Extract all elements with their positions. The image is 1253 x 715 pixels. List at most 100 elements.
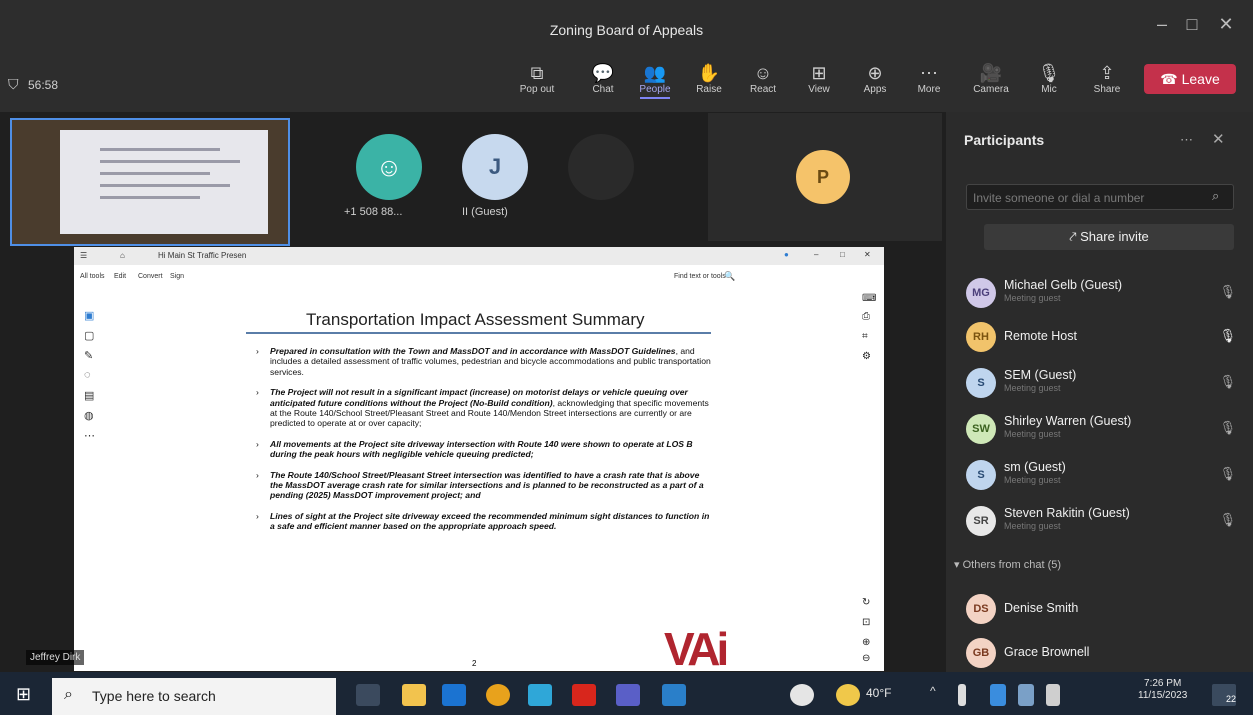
find-text-button[interactable]: Find text or tools <box>674 273 726 280</box>
tray-chevron-icon[interactable]: ^ <box>930 684 936 698</box>
skype-icon[interactable] <box>528 684 552 706</box>
search-icon[interactable]: 🔍 <box>724 271 735 282</box>
menu-icon[interactable]: ☰ <box>80 251 87 260</box>
mic-muted-icon[interactable]: 🎙 <box>1219 466 1236 482</box>
participant-row[interactable]: RH Remote Host 🎙 <box>964 320 1244 356</box>
stamp-tool-icon[interactable]: ◍ <box>84 409 94 422</box>
mic-muted-icon[interactable]: 🎙 <box>1219 420 1236 436</box>
invite-input[interactable]: Invite someone or dial a number <box>966 184 1234 210</box>
maximize-button[interactable]: □ <box>1178 14 1206 35</box>
text-tool-icon[interactable]: ▤ <box>84 389 94 402</box>
mic-button[interactable]: 🎙 Mic <box>1024 62 1074 95</box>
participant-avatar-guest[interactable]: J <box>462 134 528 200</box>
participant-name: SEM (Guest) <box>1004 368 1077 382</box>
menu-edit[interactable]: Edit <box>114 273 126 280</box>
view-button[interactable]: ⊞ View <box>794 62 844 95</box>
camera-button[interactable]: 🎥 Camera <box>966 62 1016 95</box>
participant-name: Michael Gelb (Guest) <box>1004 278 1123 292</box>
app-icon[interactable] <box>662 684 686 706</box>
settings-icon[interactable]: ⚙ <box>862 351 871 362</box>
volume-icon[interactable] <box>1046 684 1060 706</box>
clock-time: 7:26 PM <box>1144 678 1182 689</box>
mic-icon[interactable]: 🎙 <box>1219 328 1236 344</box>
taskbar-clock[interactable]: 7:26 PM 11/15/2023 <box>1138 678 1187 702</box>
participant-name: Denise Smith <box>1004 601 1079 615</box>
acrobat-icon[interactable] <box>572 684 596 706</box>
battery-icon[interactable] <box>958 684 966 706</box>
menu-all-tools[interactable]: All tools <box>80 273 105 280</box>
close-panel-icon[interactable]: ✕ <box>1212 130 1225 148</box>
participant-avatar-p[interactable]: P <box>796 150 850 204</box>
comment-tool-icon[interactable]: ▢ <box>84 329 94 342</box>
close-button[interactable]: ✕ <box>1212 14 1240 35</box>
share-button[interactable]: ⇪ Share <box>1082 62 1132 95</box>
pen-tool-icon[interactable]: ✎ <box>84 349 93 362</box>
file-explorer-icon[interactable] <box>402 684 426 706</box>
document-tab[interactable]: Hi Main St Traffic Presen <box>158 251 246 260</box>
chat-button[interactable]: 💬 Chat <box>578 62 628 95</box>
zoom-out-icon[interactable]: ⊖ <box>862 653 870 664</box>
apps-icon: ⊕ <box>867 63 883 83</box>
more-tools-icon[interactable]: ⋯ <box>84 429 95 442</box>
participant-role: Meeting guest <box>1004 383 1061 393</box>
home-icon[interactable]: ⌂ <box>120 251 125 260</box>
apps-button[interactable]: ⊕ Apps <box>850 62 900 95</box>
onedrive-icon[interactable] <box>990 684 1006 706</box>
help-icon[interactable] <box>790 684 814 706</box>
participant-row[interactable]: MG Michael Gelb (Guest) Meeting guest 🎙 <box>964 276 1244 312</box>
raise-hand-button[interactable]: ✋ Raise <box>684 62 734 95</box>
task-view-icon[interactable] <box>356 684 380 706</box>
mic-muted-icon[interactable]: 🎙 <box>1219 284 1236 300</box>
participant-row[interactable]: SW Shirley Warren (Guest) Meeting guest … <box>964 412 1244 448</box>
minimize-button[interactable]: – <box>1148 14 1176 35</box>
participant-row[interactable]: S sm (Guest) Meeting guest 🎙 <box>964 458 1244 494</box>
notification-button[interactable]: 22 <box>1212 684 1236 706</box>
close-icon[interactable]: ✕ <box>864 250 871 259</box>
mail-icon[interactable] <box>442 684 466 706</box>
people-button[interactable]: 👥 People <box>630 62 680 99</box>
raise-hand-icon: ✋ <box>697 63 721 83</box>
teams-icon[interactable] <box>616 684 640 706</box>
weather-icon[interactable] <box>836 684 860 706</box>
participant-role: Meeting guest <box>1004 429 1061 439</box>
menu-convert[interactable]: Convert <box>138 273 163 280</box>
share-invite-button[interactable]: ⤤ Share invite <box>984 224 1234 250</box>
comment-icon[interactable]: ⌨ <box>862 293 876 304</box>
clock-date: 11/15/2023 <box>1138 690 1188 701</box>
react-button[interactable]: ☺ React <box>738 62 788 95</box>
participant-name: Steven Rakitin (Guest) <box>1004 506 1130 520</box>
chrome-icon[interactable] <box>486 684 510 706</box>
mic-muted-icon[interactable]: 🎙 <box>1219 512 1236 528</box>
participant-row[interactable]: SR Steven Rakitin (Guest) Meeting guest … <box>964 504 1244 540</box>
menu-sign[interactable]: Sign <box>170 273 184 280</box>
others-from-chat-toggle[interactable]: ▾ Others from chat (5) <box>954 558 1061 571</box>
chat-participant-row[interactable]: DS Denise Smith <box>964 592 1244 628</box>
bullet-item: The Project will not result in a signifi… <box>254 387 712 429</box>
zoom-in-icon[interactable]: ⊕ <box>862 637 870 648</box>
organize-icon[interactable]: ⌗ <box>862 331 868 342</box>
lasso-tool-icon[interactable]: ◌ <box>84 369 91 381</box>
windows-start-icon[interactable]: ⊞ <box>16 684 31 705</box>
panel-more-icon[interactable]: ⋯ <box>1180 132 1193 148</box>
chat-participant-row[interactable]: GB Grace Brownell <box>964 636 1244 672</box>
taskbar-search[interactable]: Type here to search <box>52 678 336 715</box>
export-icon[interactable]: ⎙ <box>862 311 870 322</box>
page-number: 2 <box>472 659 477 668</box>
refresh-icon[interactable]: ↻ <box>862 597 870 608</box>
zoom-fit-icon[interactable]: ⊡ <box>862 617 870 628</box>
camera-off-icon: 🎥 <box>979 63 1003 83</box>
more-button[interactable]: ⋯ More <box>904 62 954 95</box>
maximize-icon[interactable]: □ <box>840 250 845 259</box>
bullet-item: Prepared in consultation with the Town a… <box>254 346 712 377</box>
window-title: Zoning Board of Appeals <box>549 22 704 38</box>
mic-muted-icon[interactable]: 🎙 <box>1219 374 1236 390</box>
participant-avatar-phone[interactable]: ☺ <box>356 134 422 200</box>
cursor-tool-icon[interactable]: ▣ <box>84 309 94 322</box>
minimize-icon[interactable]: – <box>814 250 818 259</box>
network-icon[interactable] <box>1018 684 1034 706</box>
shared-screen-thumbnail[interactable] <box>10 118 290 246</box>
participant-row[interactable]: S SEM (Guest) Meeting guest 🎙 <box>964 366 1244 402</box>
participant-avatar-dark[interactable] <box>568 134 634 200</box>
popout-button[interactable]: ⧉ Pop out <box>512 62 562 95</box>
leave-button[interactable]: ☎ Leave <box>1144 64 1236 94</box>
